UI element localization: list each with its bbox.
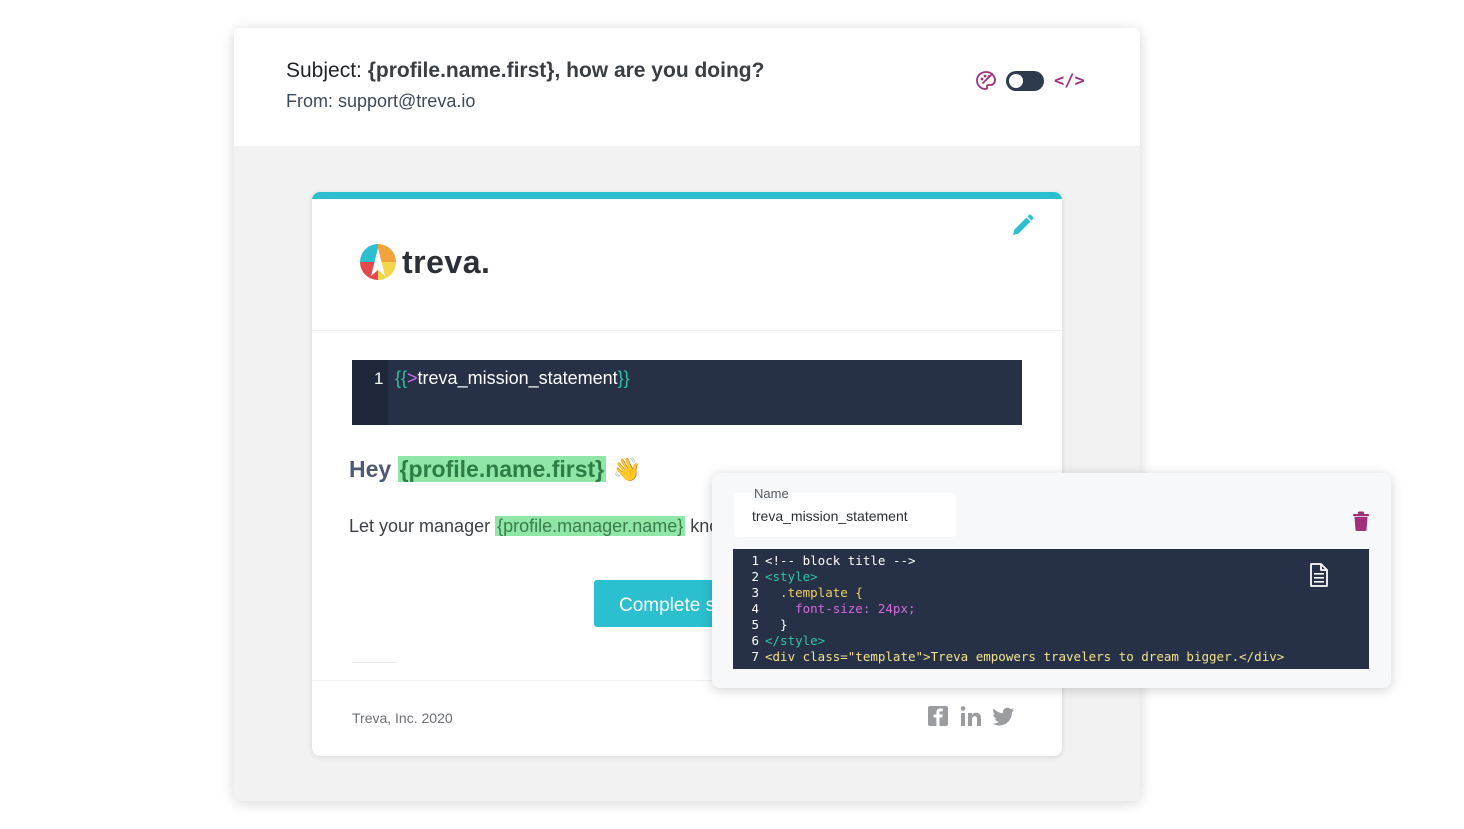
line-number: 4 [751,601,759,616]
from-line: From: support@treva.io [286,91,476,111]
partial-editor-panel: Name 1 <!-- block title --> 2 <style> 3 .t… [712,473,1391,688]
code-text: <style> [765,569,818,584]
subject-label: Subject: [286,59,362,82]
code-line: 7 <div class="template">Treva empowers tr… [733,649,1284,665]
social-links [926,704,1025,728]
email-header: Subject: {profile.name.first}, how are y… [234,28,1140,146]
pencil-icon[interactable] [1008,212,1036,240]
greeting-tag[interactable]: {profile.name.first} [397,456,607,482]
body-prefix: Let your manager [349,516,491,536]
logo-mark-icon [360,244,396,280]
partial-line-number: 1 [374,369,384,388]
line-number: 2 [751,569,759,584]
view-toggle[interactable] [1006,71,1044,91]
greeting-heading: Hey {profile.name.first} 👋 [349,456,641,483]
code-editor[interactable]: 1 <!-- block title --> 2 <style> 3 .templa… [733,549,1369,669]
subject-text: {profile.name.first}, how are you doing? [367,59,765,82]
manager-tag[interactable]: {profile.manager.name} [495,516,686,536]
code-text: <div class="template">Treva empowers tra… [765,649,1285,664]
content-divider [352,662,398,663]
partial-gt: > [407,368,418,388]
code-line: 1 <!-- block title --> [733,553,916,569]
twitter-icon[interactable] [992,704,1016,728]
logo-text: treva. [402,243,491,280]
line-number: 5 [751,617,759,632]
partial-code: {{>treva_mission_statement}} [395,368,630,389]
code-text: font-size: 24px; [765,601,916,616]
partial-name: treva_mission_statement [417,368,618,388]
facebook-icon[interactable] [926,704,950,728]
line-number: 3 [751,585,759,600]
trash-icon[interactable] [1352,511,1370,531]
palette-icon[interactable] [974,69,998,93]
code-text: .template { [765,585,863,600]
treva-logo: treva. [358,242,490,282]
wave-emoji-icon: 👋 [612,456,642,482]
greeting-prefix: Hey [349,456,392,482]
code-icon[interactable]: </> [1054,71,1085,91]
name-label: Name [752,486,791,501]
code-line: 5 } [733,617,788,633]
linkedin-icon[interactable] [959,704,983,728]
line-number: 6 [751,633,759,648]
line-number: 7 [751,649,759,664]
code-text: </style> [765,633,826,648]
subject-line: Subject: {profile.name.first}, how are y… [286,59,764,83]
card-accent-bar [312,192,1062,199]
header-tools: </> [974,69,1085,93]
partial-open-brace: {{ [395,368,408,388]
name-input[interactable] [752,508,942,524]
mission-partial-block[interactable]: 1 {{>treva_mission_statement}} [352,360,1022,425]
footer-copyright: Treva, Inc. 2020 [352,710,453,726]
code-line: 3 .template { [733,585,863,601]
toggle-knob [1009,74,1023,88]
line-number: 1 [751,553,759,568]
copy-document-icon[interactable] [1309,563,1329,587]
code-line: 4 font-size: 24px; [733,601,916,617]
body-paragraph: Let your manager {profile.manager.name} … [349,516,719,537]
code-text: } [765,617,788,632]
code-line: 6 </style> [733,633,825,649]
code-text: <!-- block title --> [765,553,916,568]
card-divider [312,330,1062,331]
code-line: 2 <style> [733,569,818,585]
partial-close-brace: }} [617,368,630,388]
